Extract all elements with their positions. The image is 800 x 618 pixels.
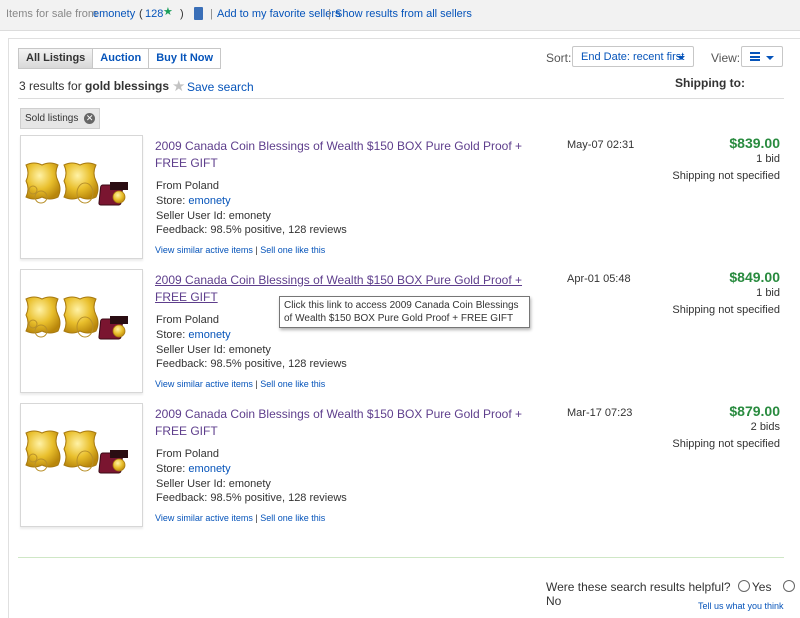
sold-listings-filter-chip[interactable]: Sold listings ✕ <box>20 108 101 129</box>
item-shipping: Shipping not specified <box>672 438 780 450</box>
item-feedback: Feedback: 98.5% positive, 128 reviews <box>156 492 347 504</box>
item-location: From Poland <box>156 448 219 460</box>
item-seller-id: Seller User Id: emonety <box>156 210 271 222</box>
sort-value: End Date: recent first <box>581 51 685 63</box>
seller-link[interactable]: emonety <box>93 8 135 20</box>
tab-buy-it-now[interactable]: Buy It Now <box>148 48 222 69</box>
show-all-sellers-link[interactable]: Show results from all sellers <box>335 8 472 20</box>
sell-one-like-this-link[interactable]: Sell one like this <box>260 379 325 389</box>
filter-chip-label: Sold listings <box>25 113 79 124</box>
item-title-link[interactable]: 2009 Canada Coin Blessings of Wealth $15… <box>155 406 555 440</box>
chevron-down-icon <box>766 56 774 60</box>
shipping-to-label: Shipping to: <box>675 76 745 90</box>
store-label: Store: <box>156 463 186 475</box>
add-favorite-seller-link[interactable]: Add to my favorite sellers <box>217 8 341 20</box>
save-search-link[interactable]: Save search <box>187 80 254 94</box>
item-title-link[interactable]: 2009 Canada Coin Blessings of Wealth $15… <box>155 138 555 172</box>
store-link[interactable]: emonety <box>188 463 230 475</box>
item-links: View similar active items | Sell one lik… <box>155 513 325 523</box>
item-bids: 2 bids <box>750 421 780 433</box>
sell-one-like-this-link[interactable]: Sell one like this <box>260 513 325 523</box>
item-bids: 1 bid <box>756 153 780 165</box>
listing-type-tabs: All Listings Auction Buy It Now <box>18 48 222 69</box>
tab-all-listings[interactable]: All Listings <box>18 48 94 69</box>
no-radio[interactable] <box>782 580 795 592</box>
divider <box>18 98 784 99</box>
feedback-close: ) <box>180 8 184 20</box>
item-seller-id: Seller User Id: emonety <box>156 478 271 490</box>
list-view-icon <box>750 52 760 61</box>
no-label[interactable]: No <box>546 594 561 608</box>
item-location: From Poland <box>156 180 219 192</box>
results-count-text: 3 results for <box>19 79 82 93</box>
item-end-date: May-07 02:31 <box>567 139 635 151</box>
sort-label: Sort: <box>546 51 572 65</box>
item-links: View similar active items | Sell one lik… <box>155 379 325 389</box>
sell-one-like-this-link[interactable]: Sell one like this <box>260 245 325 255</box>
separator: | <box>255 513 258 523</box>
item-price: $849.00 <box>729 269 780 285</box>
item-end-date: Apr-01 05:48 <box>567 273 631 285</box>
results-count: 3 results for gold blessings <box>19 79 169 93</box>
chevron-down-icon <box>677 56 685 60</box>
coin-image <box>25 430 129 474</box>
close-icon[interactable]: ✕ <box>84 112 96 124</box>
listing-item: 2009 Canada Coin Blessings of Wealth $15… <box>18 269 784 397</box>
item-thumbnail[interactable] <box>20 135 143 259</box>
view-label: View: <box>711 51 741 65</box>
title-link-tooltip: Click this link to access 2009 Canada Co… <box>279 296 530 328</box>
item-store: Store: emonety <box>156 329 231 341</box>
feedback-question-text: Were these search results helpful? <box>546 580 731 594</box>
view-dropdown[interactable] <box>741 46 783 67</box>
separator: | <box>210 8 213 20</box>
listing-item: 2009 Canada Coin Blessings of Wealth $15… <box>18 403 784 531</box>
tab-auction[interactable]: Auction <box>92 48 150 69</box>
item-price: $879.00 <box>729 403 780 419</box>
star-icon[interactable]: ★ <box>172 77 185 95</box>
item-thumbnail[interactable] <box>20 269 143 393</box>
listing-item: 2009 Canada Coin Blessings of Wealth $15… <box>18 135 784 263</box>
item-seller-id: Seller User Id: emonety <box>156 344 271 356</box>
seller-bar: Items for sale from emonety ( 128 ★ ) | … <box>0 0 800 31</box>
yes-label[interactable]: Yes <box>752 580 772 594</box>
green-star-icon: ★ <box>163 6 173 18</box>
item-price: $839.00 <box>729 135 780 151</box>
document-icon[interactable] <box>194 7 203 20</box>
feedback-open: ( <box>139 8 143 20</box>
item-shipping: Shipping not specified <box>672 170 780 182</box>
tell-us-link[interactable]: Tell us what you think <box>698 601 784 611</box>
store-link[interactable]: emonety <box>188 195 230 207</box>
view-similar-link[interactable]: View similar active items <box>155 513 253 523</box>
item-end-date: Mar-17 07:23 <box>567 407 633 419</box>
separator: | <box>255 379 258 389</box>
separator: | <box>328 8 331 20</box>
separator: | <box>255 245 258 255</box>
store-label: Store: <box>156 329 186 341</box>
item-shipping: Shipping not specified <box>672 304 780 316</box>
item-location: From Poland <box>156 314 219 326</box>
store-label: Store: <box>156 195 186 207</box>
item-store: Store: emonety <box>156 195 231 207</box>
store-link[interactable]: emonety <box>188 329 230 341</box>
feedback-count-link[interactable]: 128 <box>145 8 163 20</box>
item-feedback: Feedback: 98.5% positive, 128 reviews <box>156 224 347 236</box>
results-query: gold blessings <box>85 79 170 93</box>
item-bids: 1 bid <box>756 287 780 299</box>
sort-dropdown[interactable]: End Date: recent first <box>572 46 694 67</box>
view-similar-link[interactable]: View similar active items <box>155 245 253 255</box>
yes-radio[interactable] <box>737 580 750 592</box>
view-similar-link[interactable]: View similar active items <box>155 379 253 389</box>
coin-image <box>25 162 129 206</box>
item-feedback: Feedback: 98.5% positive, 128 reviews <box>156 358 347 370</box>
item-thumbnail[interactable] <box>20 403 143 527</box>
item-links: View similar active items | Sell one lik… <box>155 245 325 255</box>
divider <box>18 557 784 558</box>
coin-image <box>25 296 129 340</box>
seller-bar-prefix: Items for sale from <box>6 8 98 20</box>
item-store: Store: emonety <box>156 463 231 475</box>
